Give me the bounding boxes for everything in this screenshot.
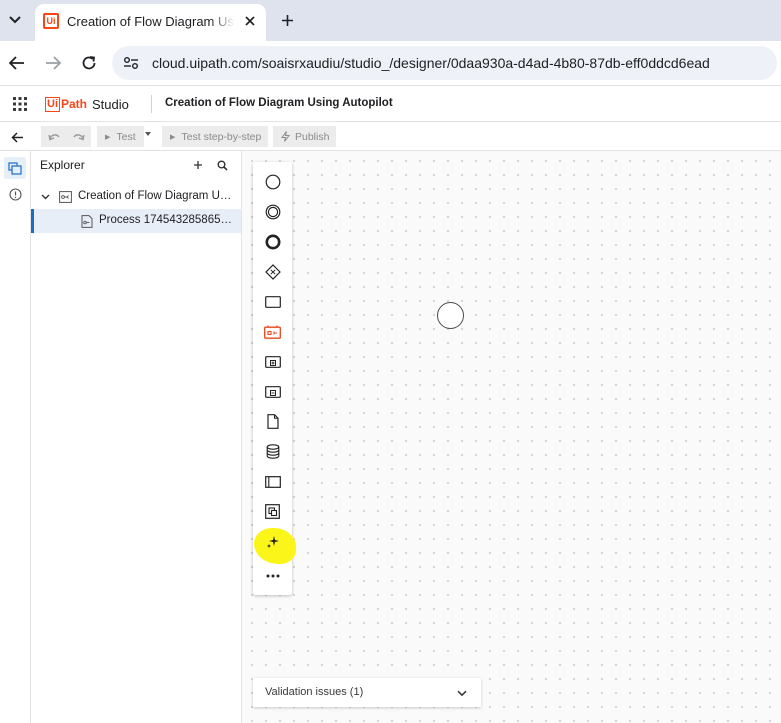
uipath-studio-logo[interactable]: Ui Path Studio [45, 96, 129, 112]
bpmn-canvas[interactable]: Validation issues (1) [242, 151, 781, 723]
tab-title: Creation of Flow Diagram Using Autopilot [67, 14, 235, 29]
app-launcher-grid-icon[interactable] [13, 97, 27, 111]
start-event-icon[interactable] [262, 171, 283, 192]
header-divider [151, 95, 152, 113]
back-arrow-icon[interactable] [7, 53, 27, 73]
explorer-files-icon[interactable] [4, 157, 26, 179]
gateway-icon[interactable] [262, 261, 283, 282]
product-name: Studio [92, 96, 129, 112]
pool-icon[interactable] [262, 471, 283, 492]
explorer-title: Explorer [40, 158, 85, 172]
agent-task-icon[interactable] [262, 321, 283, 342]
test-step-label: Test step-by-step [181, 130, 262, 143]
bpmn-file-icon [80, 214, 94, 228]
intermediate-event-icon[interactable] [262, 201, 283, 222]
task-icon[interactable] [262, 291, 283, 312]
forward-arrow-icon[interactable] [43, 53, 63, 73]
group-icon[interactable] [262, 501, 283, 522]
undo-icon[interactable] [47, 129, 62, 144]
activity-bar [0, 151, 31, 723]
chevron-down-icon[interactable] [456, 687, 468, 699]
play-icon: ▶ [170, 133, 176, 141]
tree-item-label: Creation of Flow Diagram Using Autopilot [78, 190, 236, 202]
more-icon[interactable] [262, 565, 283, 586]
play-icon: ▶ [105, 133, 111, 141]
logo-path: Path [61, 97, 88, 111]
end-event-icon[interactable] [262, 231, 283, 252]
back-icon[interactable] [8, 128, 26, 146]
data-store-icon[interactable] [262, 441, 283, 462]
search-icon[interactable] [215, 158, 229, 172]
reload-icon[interactable] [79, 53, 99, 73]
validation-issues-panel[interactable]: Validation issues (1) [253, 678, 481, 707]
url-text: cloud.uipath.com/soaisrxaudiu/studio_/de… [152, 55, 710, 71]
browser-tab[interactable]: Ui Creation of Flow Diagram Using Autopi… [35, 4, 266, 41]
publish-icon [281, 131, 290, 142]
new-tab-icon[interactable] [277, 10, 297, 30]
test-options-chevron-icon[interactable] [145, 132, 151, 136]
publish-button[interactable]: Publish [273, 126, 336, 147]
site-info-icon[interactable] [122, 54, 140, 72]
info-icon[interactable] [4, 183, 26, 205]
tree-item-label: Process 1745432858652.bpmn [99, 214, 237, 226]
address-bar[interactable]: cloud.uipath.com/soaisrxaudiu/studio_/de… [112, 46, 777, 80]
test-step-by-step-button[interactable]: ▶ Test step-by-step [162, 126, 268, 147]
app-header: Ui Path Studio Creation of Flow Diagram … [0, 86, 781, 122]
validation-issues-label: Validation issues (1) [265, 686, 364, 698]
logo-box: Ui [45, 96, 60, 112]
autopilot-sparkle-icon[interactable] [262, 531, 283, 552]
call-activity-icon[interactable] [262, 351, 283, 372]
publish-label: Publish [295, 130, 330, 143]
bpmn-start-event[interactable] [437, 302, 464, 329]
project-title: Creation of Flow Diagram Using Autopilot [165, 97, 393, 109]
project-icon [58, 190, 72, 204]
shape-palette [253, 162, 296, 595]
tree-item-project[interactable]: Creation of Flow Diagram Using Autopilot [31, 185, 241, 209]
close-tab-icon[interactable] [241, 12, 259, 30]
designer-toolbar: ▶ Test ▶ Test step-by-step Publish [0, 122, 781, 151]
add-icon[interactable] [191, 158, 205, 172]
browser-tab-strip: Ui Creation of Flow Diagram Using Autopi… [0, 0, 781, 41]
data-object-icon[interactable] [262, 411, 283, 432]
test-button[interactable]: ▶ Test [97, 126, 144, 147]
browser-toolbar: cloud.uipath.com/soaisrxaudiu/studio_/de… [0, 41, 781, 86]
sub-process-icon[interactable] [262, 381, 283, 402]
chevron-down-icon[interactable] [40, 192, 50, 202]
uipath-favicon-icon: Ui [43, 13, 59, 29]
test-label: Test [116, 130, 136, 143]
tab-search-chevron-icon[interactable] [5, 10, 25, 30]
undo-redo-group [41, 126, 91, 147]
tree-item-process-file[interactable]: Process 1745432858652.bpmn [31, 209, 241, 233]
explorer-panel: Explorer Creation of Flow Diagram Using … [31, 151, 242, 723]
redo-icon[interactable] [71, 129, 86, 144]
